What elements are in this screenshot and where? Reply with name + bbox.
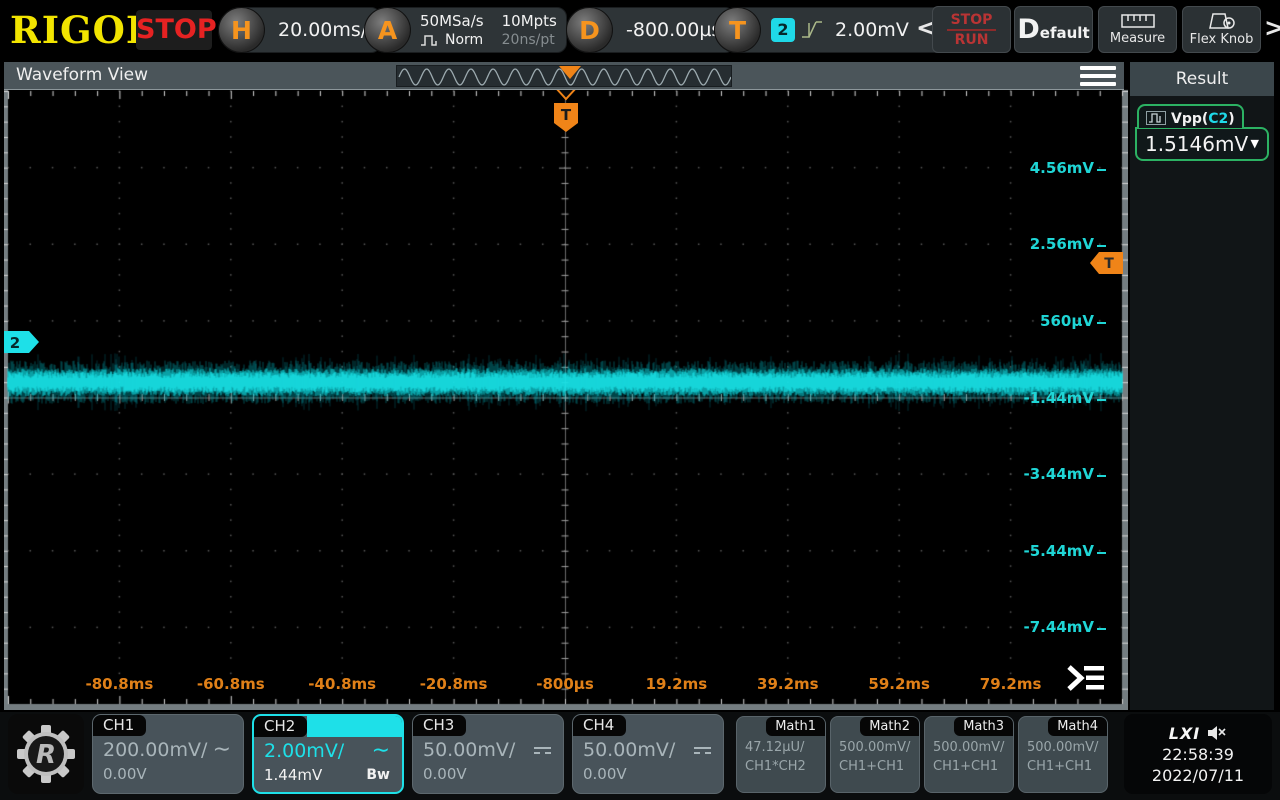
horizontal-scale-button[interactable]: H 20.00ms/ <box>218 7 381 53</box>
measure-button[interactable]: Measure <box>1098 6 1177 53</box>
channel4-card[interactable]: CH4 50.00mV/ 0.00V <box>572 714 724 794</box>
speaker-muted-icon <box>1207 725 1227 741</box>
top-status-bar: RIGOL STOP H 20.00ms/ A 50MSa/s Norm 10M… <box>0 0 1280 60</box>
ch3-scale: 50.00mV/ <box>423 739 515 761</box>
waveform-display[interactable] <box>4 62 1128 710</box>
channel1-card[interactable]: CH1 200.00mV/∼ 0.00V <box>92 714 244 794</box>
ch4-scale: 50.00mV/ <box>583 739 675 761</box>
waveform-view: Waveform View 4.56mV2.56mV560µV-1.44mV-3… <box>0 62 1128 710</box>
ch4-offset: 0.00V <box>583 765 627 783</box>
acquisition-mode: Norm <box>445 32 483 48</box>
trigger-knob-icon[interactable]: T <box>714 7 761 53</box>
ch3-offset: 0.00V <box>423 765 467 783</box>
acquisition-knob-icon[interactable]: A <box>364 7 411 53</box>
bottom-channel-bar: R CH1 200.00mV/∼ 0.00V CH2 2.00mV/∼ 1.44… <box>0 712 1280 800</box>
acquisition-button[interactable]: A 50MSa/s Norm 10Mpts 20ns/pt <box>364 7 567 53</box>
dc-coupling-icon <box>534 747 551 754</box>
knob-icon <box>1205 12 1239 30</box>
square-wave-icon <box>420 34 440 47</box>
sample-resolution: 20ns/pt <box>502 32 557 48</box>
math4-card[interactable]: Math4 500.00mV/ CH1+CH1 <box>1018 716 1108 793</box>
ch1-offset: 0.00V <box>103 765 147 783</box>
measurement-value: 1.5146mV <box>1145 132 1251 156</box>
horizontal-scale-value: 20.00ms/ <box>265 19 380 41</box>
delay-knob-icon[interactable]: D <box>566 7 613 53</box>
rigol-gear-logo-button[interactable]: R <box>8 714 84 794</box>
ch2-scale: 2.00mV/ <box>264 740 344 762</box>
ch1-scale: 200.00mV/ <box>103 739 207 761</box>
measurement-card[interactable]: Vpp(C2) 1.5146mV ▼ <box>1135 104 1269 161</box>
sample-rate: 50MSa/s <box>420 12 484 30</box>
ac-coupling-icon: ∼ <box>372 746 390 756</box>
horizontal-knob-icon[interactable]: H <box>218 7 265 53</box>
lxi-badge: LXI <box>1169 724 1200 743</box>
rigol-gear-logo-icon: R <box>15 723 77 785</box>
ruler-icon <box>1121 13 1155 29</box>
sine-overview-strip[interactable] <box>396 65 732 87</box>
ac-coupling-icon: ∼ <box>213 745 231 755</box>
rising-edge-icon <box>799 17 825 43</box>
result-panel-title: Result <box>1130 62 1274 96</box>
oscilloscope-screen: RIGOL STOP H 20.00ms/ A 50MSa/s Norm 10M… <box>0 0 1280 800</box>
ch2-offset: 1.44mV <box>264 766 322 784</box>
channel2-card[interactable]: CH2 2.00mV/∼ 1.44mVBw <box>252 714 404 794</box>
result-panel: Result Vpp(C2) 1.5146mV ▼ <box>1130 62 1274 710</box>
acquisition-status-badge[interactable]: STOP <box>136 10 212 50</box>
horizontal-delay-button[interactable]: D -800.00µs <box>566 7 735 53</box>
math1-card[interactable]: Math1 47.12µU/ CH1*CH2 <box>736 716 826 793</box>
default-button[interactable]: D efault <box>1014 6 1093 53</box>
waveform-header-bar: Waveform View <box>4 62 1124 90</box>
waveform-view-title: Waveform View <box>16 65 148 85</box>
bandwidth-limit-badge: Bw <box>366 767 390 783</box>
toolbar-scroll-right-icon[interactable]: > <box>1264 13 1280 42</box>
memory-depth: 10Mpts <box>502 12 557 30</box>
chevron-down-icon[interactable]: ▼ <box>1251 137 1259 150</box>
pulse-icon <box>1146 111 1166 125</box>
status-clock-panel[interactable]: LXI 22:58:39 2022/07/11 <box>1124 714 1272 794</box>
trigger-level-value: 2.00mV <box>825 19 919 41</box>
stop-run-button[interactable]: STOP RUN <box>932 6 1011 53</box>
dc-coupling-icon <box>694 747 711 754</box>
trigger-source-badge: 2 <box>771 18 795 42</box>
channel3-card[interactable]: CH3 50.00mV/ 0.00V <box>412 714 564 794</box>
system-date: 2022/07/11 <box>1152 766 1244 785</box>
system-time: 22:58:39 <box>1162 745 1234 764</box>
rigol-logo: RIGOL <box>10 8 153 52</box>
math2-card[interactable]: Math2 500.00mV/ CH1+CH1 <box>830 716 920 793</box>
math3-card[interactable]: Math3 500.00mV/ CH1+CH1 <box>924 716 1014 793</box>
svg-text:R: R <box>36 740 56 770</box>
flex-knob-button[interactable]: Flex Knob <box>1182 6 1261 53</box>
hamburger-menu-icon[interactable] <box>1080 66 1116 86</box>
